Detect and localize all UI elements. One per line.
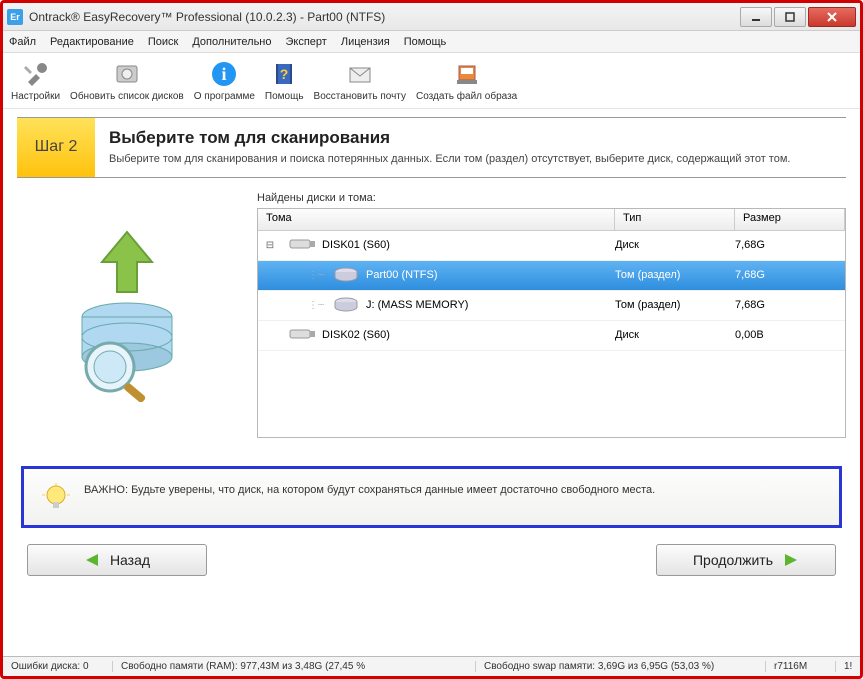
table-row[interactable]: ⋮┈J: (MASS MEMORY)Том (раздел)7,68G xyxy=(258,291,845,321)
app-icon: Er xyxy=(7,9,23,25)
window-title: Ontrack® EasyRecovery™ Professional (10.… xyxy=(29,10,738,24)
svg-text:?: ? xyxy=(280,66,289,82)
mail-icon xyxy=(345,59,375,89)
toolbar-about[interactable]: i О программе xyxy=(194,59,255,102)
volume-icon xyxy=(332,267,360,283)
tip-box: ВАЖНО: Будьте уверены, что диск, на кото… xyxy=(21,466,842,528)
table-row[interactable]: ⋮┈Part00 (NTFS)Том (раздел)7,68G xyxy=(258,261,845,291)
minimize-button[interactable] xyxy=(740,7,772,27)
usb-drive-icon xyxy=(288,237,316,253)
menu-license[interactable]: Лицензия xyxy=(341,36,390,48)
row-name: DISK02 (S60) xyxy=(322,329,390,341)
step-badge: Шаг 2 xyxy=(17,118,95,177)
status-ram: Свободно памяти (RAM): 977,43M из 3,48G … xyxy=(113,661,476,672)
usb-drive-icon xyxy=(288,327,316,343)
menubar: Файл Редактирование Поиск Дополнительно … xyxy=(3,31,860,53)
row-size: 7,68G xyxy=(735,239,845,251)
row-size: 0,00B xyxy=(735,329,845,341)
column-volumes[interactable]: Тома xyxy=(258,209,615,230)
status-errors: Ошибки диска: 0 xyxy=(3,661,113,672)
status-swap: Свободно swap памяти: 3,69G из 6,95G (53… xyxy=(476,661,766,672)
wizard-illustration xyxy=(17,192,237,438)
drive-refresh-icon xyxy=(112,59,142,89)
next-button[interactable]: Продолжить xyxy=(656,544,836,576)
row-size: 7,68G xyxy=(735,269,845,281)
wrench-icon xyxy=(21,59,51,89)
row-type: Диск xyxy=(615,329,735,341)
menu-search[interactable]: Поиск xyxy=(148,36,178,48)
step-title: Выберите том для сканирования xyxy=(109,128,790,148)
back-button[interactable]: Назад xyxy=(27,544,207,576)
menu-file[interactable]: Файл xyxy=(9,36,36,48)
disks-found-label: Найдены диски и тома: xyxy=(257,192,846,204)
lightbulb-icon xyxy=(42,483,70,511)
table-row[interactable]: ⊟DISK01 (S60)Диск7,68G xyxy=(258,231,845,261)
toolbar-image[interactable]: Создать файл образа xyxy=(416,59,517,102)
toolbar-refresh[interactable]: Обновить список дисков xyxy=(70,59,184,102)
status-last: 1! xyxy=(836,661,860,672)
toolbar-settings[interactable]: Настройки xyxy=(11,59,60,102)
titlebar: Er Ontrack® EasyRecovery™ Professional (… xyxy=(3,3,860,31)
row-type: Том (раздел) xyxy=(615,299,735,311)
close-button[interactable] xyxy=(808,7,856,27)
table-row[interactable]: DISK02 (S60) Диск0,00B xyxy=(258,321,845,351)
row-name: DISK01 (S60) xyxy=(322,239,390,251)
disk-table: Тома Тип Размер ⊟DISK01 (S60)Диск7,68G⋮┈… xyxy=(257,208,846,438)
menu-extra[interactable]: Дополнительно xyxy=(192,36,271,48)
column-size[interactable]: Размер xyxy=(735,209,845,230)
row-name: J: (MASS MEMORY) xyxy=(366,299,468,311)
tip-text: ВАЖНО: Будьте уверены, что диск, на кото… xyxy=(84,483,655,498)
step-description: Выберите том для сканирования и поиска п… xyxy=(109,152,790,167)
row-size: 7,68G xyxy=(735,299,845,311)
step-header: Шаг 2 Выберите том для сканирования Выбе… xyxy=(17,117,846,178)
volume-icon xyxy=(332,297,360,313)
disk-image-icon xyxy=(452,59,482,89)
info-icon: i xyxy=(209,59,239,89)
column-type[interactable]: Тип xyxy=(615,209,735,230)
arrow-left-icon xyxy=(84,552,100,568)
menu-edit[interactable]: Редактирование xyxy=(50,36,134,48)
row-type: Том (раздел) xyxy=(615,269,735,281)
status-bar: Ошибки диска: 0 Свободно памяти (RAM): 9… xyxy=(3,656,860,676)
row-name: Part00 (NTFS) xyxy=(366,269,438,281)
status-host: r7116M xyxy=(766,661,836,672)
toolbar-help[interactable]: ? Помощь xyxy=(265,59,304,102)
menu-help[interactable]: Помощь xyxy=(404,36,447,48)
menu-expert[interactable]: Эксперт xyxy=(286,36,327,48)
row-type: Диск xyxy=(615,239,735,251)
book-icon: ? xyxy=(269,59,299,89)
toolbar-mail[interactable]: Восстановить почту xyxy=(314,59,406,102)
svg-text:i: i xyxy=(222,64,227,84)
toolbar: Настройки Обновить список дисков i О про… xyxy=(3,53,860,109)
maximize-button[interactable] xyxy=(774,7,806,27)
arrow-right-icon xyxy=(783,552,799,568)
